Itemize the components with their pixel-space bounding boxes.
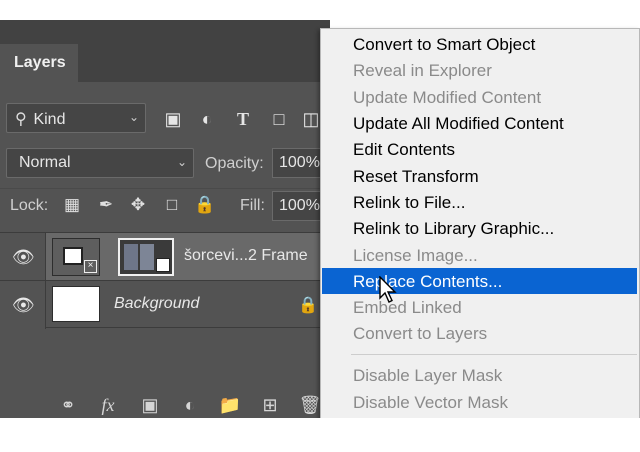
menu-item-update-modified-content[interactable]: Update Modified Content [322, 84, 637, 110]
smart-object-badge-icon [156, 258, 170, 272]
visibility-column: 👁 [0, 233, 46, 281]
menu-item-reset-transform[interactable]: Reset Transform [322, 163, 637, 189]
adjustment-filter-icon[interactable]: ◐ [196, 108, 218, 130]
menu-item-reveal-in-explorer[interactable]: Reveal in Explorer [322, 57, 637, 83]
frame-shape-icon [63, 247, 83, 265]
torn-paper-bottom-edge [0, 418, 640, 452]
layer-name[interactable]: šorcevi...2 Frame [184, 247, 308, 265]
jeans-image [124, 244, 138, 270]
lock-image-pixels-icon[interactable]: ✒ [96, 195, 116, 217]
jeans-image [140, 244, 154, 270]
blend-mode-select[interactable]: Normal ⌄ [6, 148, 194, 178]
lock-label: Lock: [10, 197, 49, 214]
layers-panel: Layers ⚲ Kind ⌄ ▣ ◐ T □ ◫ Normal ⌄ Opaci… [0, 20, 332, 425]
menu-separator [351, 354, 637, 355]
blend-row: Normal ⌄ Opacity: 100% [0, 142, 332, 182]
menu-item-relink-to-file[interactable]: Relink to File... [322, 189, 637, 215]
type-filter-icon[interactable]: T [232, 108, 254, 130]
menu-item-disable-layer-mask[interactable]: Disable Layer Mask [322, 362, 637, 388]
eye-icon[interactable]: 👁 [12, 295, 35, 315]
background-thumbnail [52, 286, 100, 322]
filter-row: ⚲ Kind ⌄ ▣ ◐ T □ ◫ [0, 98, 330, 138]
chevron-down-icon: ⌄ [176, 155, 187, 169]
folder-icon[interactable]: 📁 [218, 395, 242, 417]
search-icon: ⚲ [15, 111, 27, 128]
eye-icon[interactable]: 👁 [12, 247, 35, 267]
menu-item-replace-contents[interactable]: Replace Contents... [322, 268, 637, 294]
lock-icon: 🔒 [298, 297, 318, 314]
tab-layers[interactable]: Layers [0, 44, 78, 82]
layer-name[interactable]: Background [114, 295, 199, 313]
lock-row: Lock: ▦ ✒ ✥ □ 🔒 Fill: 100% [0, 188, 332, 222]
frame-thumbnail: × [52, 238, 100, 276]
lock-transparent-pixels-icon[interactable]: ▦ [62, 195, 82, 217]
visibility-column: 👁 [0, 281, 46, 329]
layer-row-background[interactable]: 👁 Background 🔒 [0, 280, 330, 329]
image-filter-icon[interactable]: ▣ [162, 108, 184, 130]
torn-paper-top-edge [0, 0, 640, 22]
new-layer-icon[interactable]: ⊞ [258, 395, 282, 417]
blend-mode-label: Normal [19, 154, 71, 171]
frame-badge-icon: × [84, 260, 97, 273]
mask-icon[interactable]: ▣ [138, 395, 162, 417]
lock-position-icon[interactable]: ✥ [128, 195, 148, 217]
adjustment-icon[interactable]: ◐ [178, 395, 202, 417]
kind-filter-label: Kind [33, 111, 66, 128]
fill-label: Fill: [240, 197, 265, 214]
lock-artboard-icon[interactable]: □ [162, 195, 182, 217]
menu-item-license-image[interactable]: License Image... [322, 242, 637, 268]
smart-object-filter-icon[interactable]: ◫ [300, 108, 322, 130]
layer-row-frame[interactable]: 👁 × šorcevi...2 Frame [0, 232, 330, 281]
shape-filter-icon[interactable]: □ [268, 108, 290, 130]
menu-item-update-all-modified-content[interactable]: Update All Modified Content [322, 110, 637, 136]
menu-item-disable-vector-mask[interactable]: Disable Vector Mask [322, 389, 637, 415]
lock-all-icon[interactable]: 🔒 [194, 195, 215, 217]
context-menu: Convert to Smart Object Reveal in Explor… [320, 28, 640, 426]
chevron-down-icon: ⌄ [128, 110, 139, 124]
link-icon[interactable]: ⚭ [56, 395, 80, 417]
menu-item-convert-to-layers[interactable]: Convert to Layers [322, 320, 637, 346]
panel-tab-bar: Layers [0, 20, 330, 82]
trash-icon[interactable]: 🗑 [298, 395, 322, 417]
opacity-label: Opacity: [205, 155, 264, 172]
menu-item-embed-linked[interactable]: Embed Linked [322, 294, 637, 320]
menu-item-convert-to-smart-object[interactable]: Convert to Smart Object [322, 31, 637, 57]
fx-icon[interactable]: fx [96, 395, 120, 417]
mouse-pointer-icon [379, 276, 397, 303]
kind-filter-select[interactable]: ⚲ Kind ⌄ [6, 103, 146, 133]
menu-item-edit-contents[interactable]: Edit Contents [322, 136, 637, 162]
menu-item-relink-to-library-graphic[interactable]: Relink to Library Graphic... [322, 215, 637, 241]
smart-object-thumbnail [118, 238, 174, 276]
